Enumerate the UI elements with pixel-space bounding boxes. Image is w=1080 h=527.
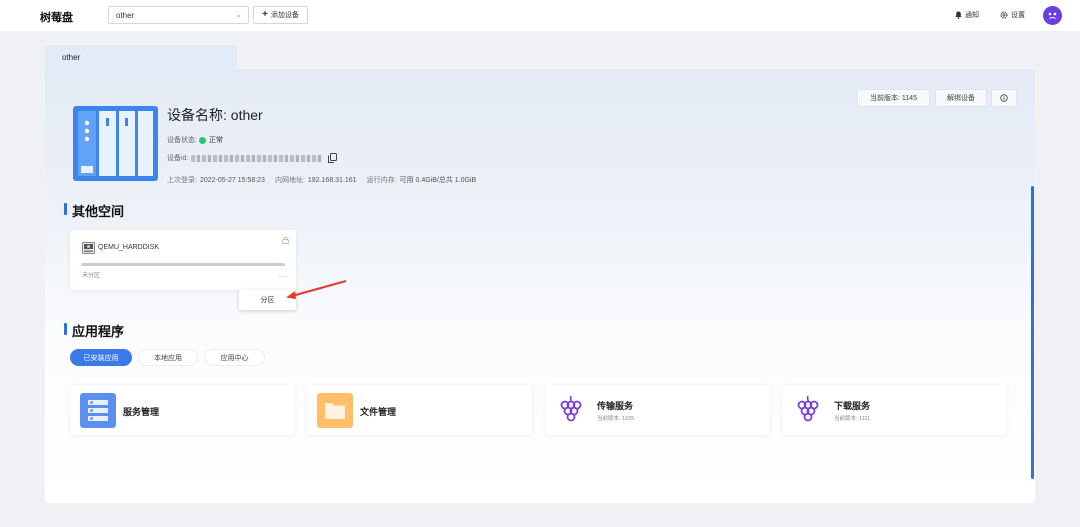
info-icon (1000, 94, 1008, 102)
folder-icon (317, 393, 353, 428)
app-card-transfer-service[interactable]: 传输服务 当前版本: 1035 (545, 385, 770, 435)
device-status: 设备状态: 正常 (167, 135, 223, 145)
version-button[interactable]: 当前版本: 1145 (857, 89, 930, 107)
plus-icon: + (262, 9, 268, 20)
disk-name: QEMU_HARDDISK (98, 244, 160, 251)
scrollbar[interactable] (1031, 186, 1034, 479)
device-meta: 上次登录: 2022-05-27 15:58:23 内网地址: 192.168.31… (167, 175, 476, 185)
nas-device-icon (73, 106, 158, 181)
info-button[interactable] (991, 89, 1017, 107)
last-login-value: 2022-05-27 15:58:23 (199, 177, 265, 184)
lan-address: 内网地址: 192.168.31.161 (275, 175, 357, 185)
hard-disk-icon (82, 242, 95, 254)
disk-card[interactable]: QEMU_HARDDISK 未分区 ... (70, 230, 296, 290)
notify-label: 通知 (965, 12, 979, 19)
notify-button[interactable]: 通知 (955, 10, 979, 20)
tab-local-apps[interactable]: 本地应用 (138, 349, 198, 366)
add-device-button[interactable]: + 添加设备 (253, 6, 308, 24)
status-value: 正常 (208, 137, 223, 144)
last-login: 上次登录: 2022-05-27 15:58:23 (167, 175, 265, 185)
device-id-label: 设备id: (167, 155, 189, 162)
gear-icon (1000, 11, 1008, 19)
device-select[interactable]: other ⌄ (108, 6, 249, 24)
app-brand: 树莓盘 (40, 12, 73, 24)
app-card-file-management[interactable]: 文件管理 (307, 385, 532, 435)
add-device-label: 添加设备 (270, 12, 299, 19)
app-name: 传输服务 (597, 401, 634, 411)
annotation-arrow-icon (286, 280, 347, 299)
app-card-download-service[interactable]: 下载服务 当前版本: 1111 (782, 385, 1007, 435)
top-bar: 树莓盘 other ⌄ + 添加设备 通知 设置 (0, 0, 1080, 31)
unbind-device-button[interactable]: 解绑设备 (935, 89, 987, 107)
status-dot-icon (198, 136, 206, 144)
other-space-title: 其他空间 (64, 201, 124, 220)
app-version: 当前版本: 1035 (597, 416, 635, 422)
settings-button[interactable]: 设置 (1000, 10, 1025, 20)
app-card-service-management[interactable]: 服务管理 (70, 385, 295, 435)
lan-address-label: 内网地址: (274, 177, 305, 184)
memory: 运行内存: 可用 0.4GiB/总共 1.0GiB (367, 175, 477, 185)
grape-icon (797, 395, 819, 422)
grape-icon (560, 395, 582, 422)
device-id-redacted (191, 154, 324, 162)
disk-usage-bar (81, 263, 285, 266)
server-icon (80, 393, 116, 428)
avatar[interactable] (1043, 6, 1062, 25)
copy-icon[interactable] (328, 153, 338, 163)
apps-title: 应用程序 (64, 321, 124, 340)
memory-label: 运行内存: (366, 177, 397, 184)
avatar-face-icon (1048, 12, 1057, 19)
last-login-label: 上次登录: (167, 177, 197, 184)
tab-installed-apps[interactable]: 已安装应用 (70, 349, 132, 366)
app-version: 当前版本: 1111 (834, 416, 871, 422)
lan-address-value: 192.168.31.161 (307, 177, 357, 184)
status-label: 设备状态: (167, 137, 197, 144)
device-id: 设备id: (167, 153, 338, 163)
device-select-value: other (116, 11, 135, 20)
settings-label: 设置 (1011, 12, 1025, 19)
lock-icon (282, 236, 289, 244)
device-title: 设备名称: other (167, 107, 263, 123)
app-name: 服务管理 (123, 407, 160, 417)
bell-icon (955, 11, 962, 19)
chevron-down-icon: ⌄ (235, 10, 242, 19)
app-name: 文件管理 (360, 407, 397, 417)
memory-value: 可用 0.4GiB/总共 1.0GiB (399, 177, 477, 184)
app-name: 下载服务 (834, 401, 871, 411)
tab-app-center[interactable]: 应用中心 (204, 349, 265, 366)
tab-device-other[interactable]: other (45, 45, 237, 70)
disk-state: 未分区 (82, 273, 101, 279)
